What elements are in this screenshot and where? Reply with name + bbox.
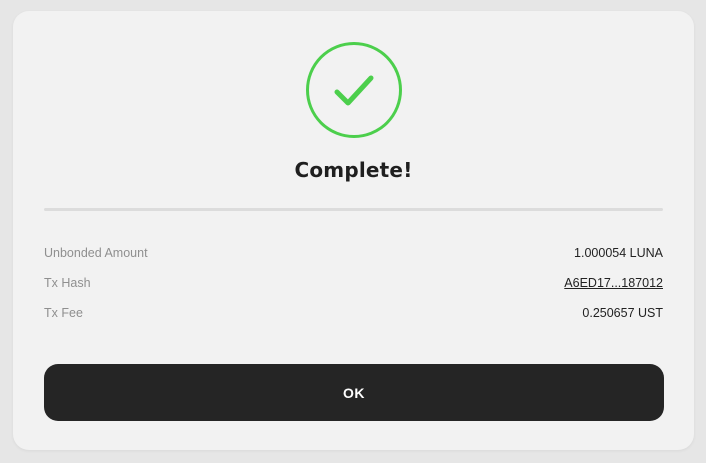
tx-fee-label: Tx Fee xyxy=(44,306,83,320)
tx-hash-link[interactable]: A6ED17...187012 xyxy=(564,276,663,290)
complete-dialog: Complete! Unbonded Amount 1.000054 LUNA … xyxy=(13,11,694,450)
tx-fee-value: 0.250657 UST xyxy=(582,306,663,320)
detail-row-tx-hash: Tx Hash A6ED17...187012 xyxy=(44,275,663,291)
divider xyxy=(44,208,663,211)
detail-row-tx-fee: Tx Fee 0.250657 UST xyxy=(44,305,663,321)
unbonded-amount-value: 1.000054 LUNA xyxy=(574,246,663,260)
ok-button[interactable]: OK xyxy=(44,364,664,421)
dialog-title: Complete! xyxy=(294,158,413,182)
detail-row-unbonded-amount: Unbonded Amount 1.000054 LUNA xyxy=(44,245,663,261)
unbonded-amount-label: Unbonded Amount xyxy=(44,246,148,260)
check-circle-icon xyxy=(306,42,402,138)
tx-hash-label: Tx Hash xyxy=(44,276,91,290)
